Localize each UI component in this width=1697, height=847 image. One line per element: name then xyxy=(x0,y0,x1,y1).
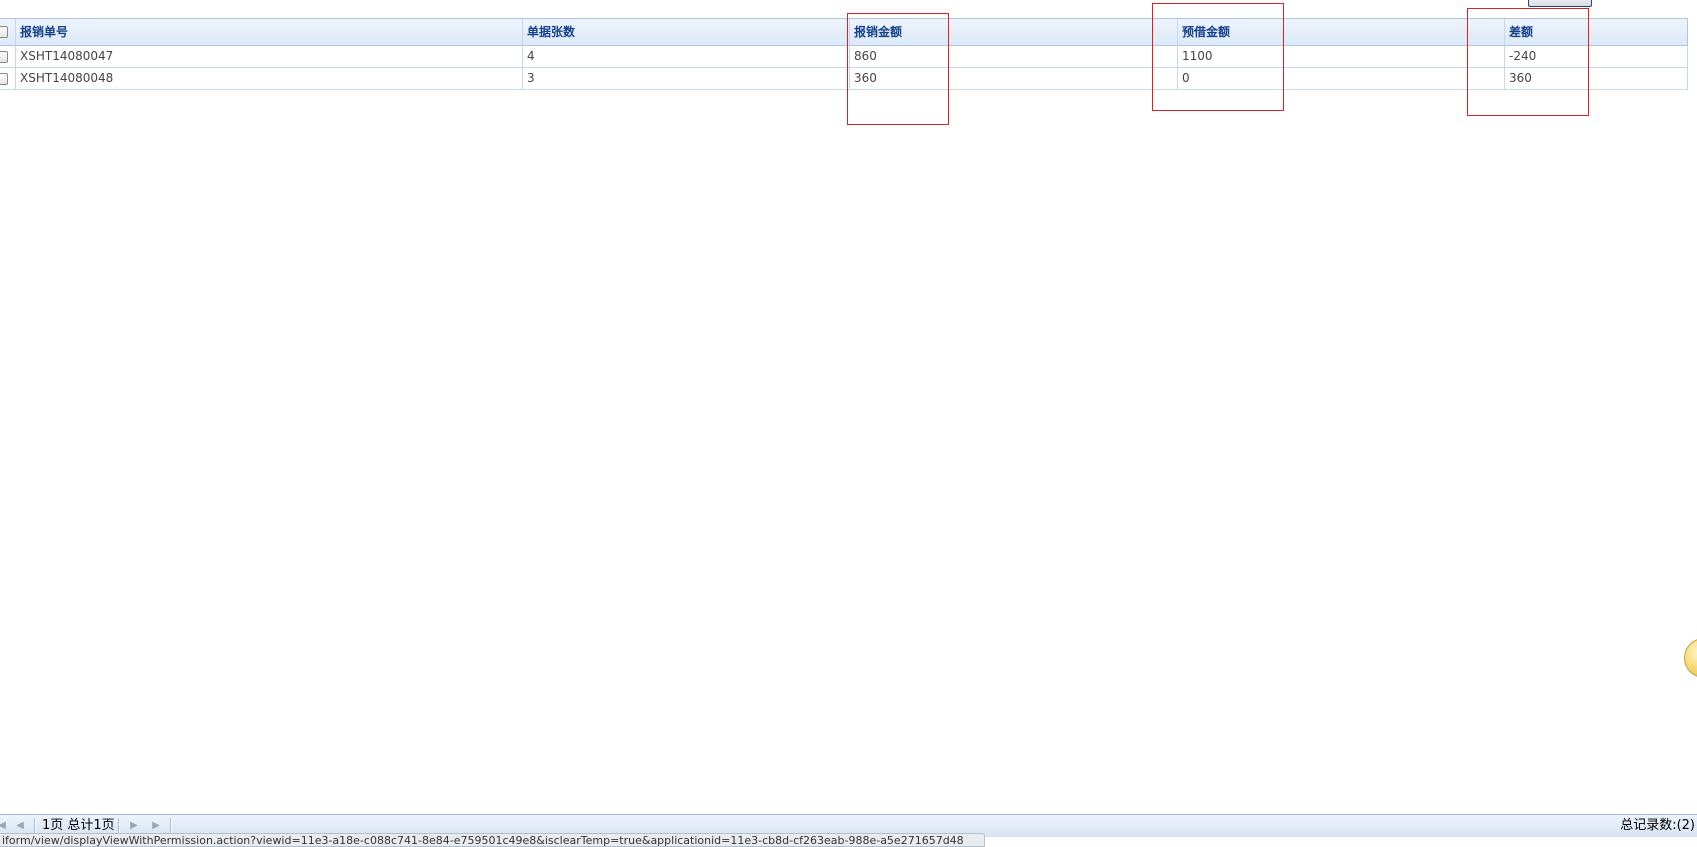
row-select-cell xyxy=(0,46,15,67)
row-checkbox[interactable] xyxy=(0,51,8,63)
paging-separator xyxy=(118,818,120,834)
table-row[interactable]: XSHT14080048 3 360 0 360 xyxy=(0,68,1688,90)
paging-separator xyxy=(170,818,172,834)
cell-reimburse-no: XSHT14080047 xyxy=(15,46,522,67)
toolbar-button-partial[interactable] xyxy=(1528,0,1592,7)
last-page-icon[interactable]: ▶​ xyxy=(148,818,164,834)
col-header-advance-amount[interactable]: 预借金额 xyxy=(1177,19,1504,45)
status-bar-url: iform/view/displayViewWithPermission.act… xyxy=(0,833,985,847)
cell-difference: 360 xyxy=(1504,68,1688,89)
select-all-checkbox[interactable] xyxy=(0,26,8,38)
cell-reimburse-amount: 860 xyxy=(849,46,1177,67)
prev-page-icon[interactable]: ◀ xyxy=(12,818,28,834)
cell-difference: -240 xyxy=(1504,46,1688,67)
total-records: 总记录数:(2) xyxy=(1620,818,1695,833)
col-header-reimburse-no[interactable]: 报销单号 xyxy=(15,19,522,45)
cell-reimburse-no: XSHT14080048 xyxy=(15,68,522,89)
first-page-icon[interactable]: ◀​ xyxy=(0,818,10,834)
cell-reimburse-amount: 360 xyxy=(849,68,1177,89)
cell-doc-count: 3 xyxy=(522,68,849,89)
col-header-reimburse-amount[interactable]: 报销金额 xyxy=(849,19,1177,45)
cell-advance-amount: 0 xyxy=(1177,68,1504,89)
row-checkbox[interactable] xyxy=(0,73,8,85)
cell-advance-amount: 1100 xyxy=(1177,46,1504,67)
cell-doc-count: 4 xyxy=(522,46,849,67)
select-all-cell xyxy=(0,19,15,45)
paging-separator xyxy=(34,818,36,834)
next-page-icon[interactable]: ▶ xyxy=(126,818,142,834)
table-row[interactable]: XSHT14080047 4 860 1100 -240 xyxy=(0,46,1688,68)
col-header-doc-count[interactable]: 单据张数 xyxy=(522,19,849,45)
grid-header: 报销单号 单据张数 报销金额 预借金额 差额 xyxy=(0,18,1688,46)
row-select-cell xyxy=(0,68,15,89)
floating-assistant-icon[interactable] xyxy=(1684,638,1697,678)
expense-grid: 报销单号 单据张数 报销金额 预借金额 差额 XSHT14080047 4 86… xyxy=(0,18,1688,90)
col-header-difference[interactable]: 差额 xyxy=(1504,19,1688,45)
